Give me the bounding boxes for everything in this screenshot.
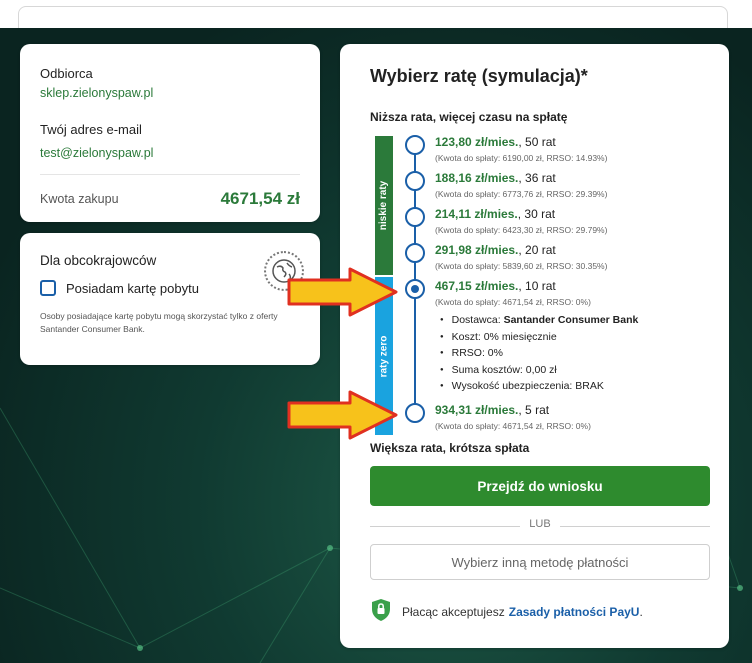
- offer-details: Dostawca: Santander Consumer Bank Koszt:…: [440, 314, 639, 397]
- provider-detail: Dostawca: Santander Consumer Bank: [440, 314, 639, 331]
- installment-summary[interactable]: 291,98 zł/mies., 20 rat: [435, 243, 556, 257]
- payu-terms-link[interactable]: Zasady płatności PayU: [509, 605, 640, 619]
- arrow-annotation-icon: [287, 390, 398, 440]
- terms-text: Płacąc akceptujesz: [402, 604, 505, 619]
- installment-amount: 123,80 zł/mies.: [435, 135, 519, 149]
- installment-amount: 188,16 zł/mies.: [435, 171, 519, 185]
- shield-lock-icon: [370, 598, 392, 625]
- installment-term: , 10 rat: [518, 279, 556, 293]
- low-rates-label: niskie raty: [378, 180, 390, 231]
- installment-detail: (Kwota do spłaty: 5839,60 zł, RRSO: 30.3…: [435, 261, 608, 271]
- installment-detail: (Kwota do spłaty: 6773,76 zł, RRSO: 29.3…: [435, 189, 608, 199]
- installment-card: Wybierz ratę (symulacja)* Niższa rata, w…: [340, 44, 729, 648]
- installment-term: , 36 rat: [518, 171, 556, 185]
- proceed-button[interactable]: Przejdź do wniosku: [370, 466, 710, 506]
- separator-line: [560, 526, 710, 527]
- residence-card-row[interactable]: Posiadam kartę pobytu: [40, 280, 300, 296]
- insurance-detail: Wysokość ubezpieczenia: BRAK: [440, 380, 638, 397]
- provider-label: Dostawca:: [451, 314, 504, 326]
- installment-term: , 5 rat: [518, 403, 550, 417]
- foreigners-note: Osoby posiadające kartę pobytu mogą skor…: [40, 311, 278, 334]
- installment-amount: 214,11 zł/mies.: [435, 207, 518, 221]
- residence-card-checkbox[interactable]: [40, 280, 56, 296]
- installment-amount: 467,15 zł/mies.: [435, 279, 519, 293]
- foreigners-card: Dla obcokrajowców Posiadam kartę pobytu …: [20, 233, 320, 365]
- installment-detail: (Kwota do spłaty: 6423,30 zł, RRSO: 29.7…: [435, 225, 608, 235]
- rrso-detail: RRSO: 0%: [440, 347, 638, 364]
- low-rates-band: niskie raty: [375, 136, 393, 275]
- installment-detail: (Kwota do spłaty: 4671,54 zł, RRSO: 0%): [435, 297, 591, 307]
- amount-label: Kwota zakupu: [40, 192, 119, 206]
- recipient-label: Odbiorca: [40, 66, 93, 81]
- zero-rates-label: raty zero: [378, 335, 390, 377]
- foreigners-title: Dla obcokrajowców: [40, 253, 157, 268]
- installment-amount: 291,98 zł/mies.: [435, 243, 519, 257]
- installment-summary[interactable]: 214,11 zł/mies., 30 rat: [435, 207, 555, 221]
- lower-rate-caption: Niższa rata, więcej czasu na spłatę: [370, 110, 568, 124]
- installment-title: Wybierz ratę (symulacja)*: [370, 66, 588, 86]
- or-separator: LUB: [370, 518, 710, 534]
- divider: [40, 174, 300, 175]
- installment-amount: 934,31 zł/mies.: [435, 403, 519, 417]
- higher-rate-caption: Większa rata, krótsza spłata: [370, 441, 530, 455]
- or-label: LUB: [529, 518, 551, 530]
- installment-detail: (Kwota do spłaty: 6190,00 zł, RRSO: 14.9…: [435, 153, 608, 163]
- installment-summary[interactable]: 188,16 zł/mies., 36 rat: [435, 171, 556, 185]
- terms-end: .: [639, 604, 643, 619]
- email-label: Twój adres e-mail: [40, 122, 142, 137]
- installment-summary[interactable]: 934,31 zł/mies., 5 rat: [435, 403, 549, 417]
- recipient-value: sklep.zielonyspaw.pl: [40, 86, 154, 100]
- other-payment-method-button[interactable]: Wybierz inną metodę płatności: [370, 544, 710, 580]
- installment-term: , 30 rat: [517, 207, 556, 221]
- residence-card-label[interactable]: Posiadam kartę pobytu: [66, 281, 199, 296]
- recipient-card: Odbiorca sklep.zielonyspaw.pl Twój adres…: [20, 44, 320, 222]
- installment-term: , 20 rat: [518, 243, 556, 257]
- installment-summary[interactable]: 467,15 zł/mies., 10 rat: [435, 279, 556, 293]
- installment-radio[interactable]: [405, 171, 425, 191]
- top-strip: [0, 0, 752, 36]
- total-cost-detail: Suma kosztów: 0,00 zł: [440, 364, 638, 381]
- amount-value: 4671,54 zł: [220, 189, 300, 208]
- installment-radio-selected[interactable]: [405, 279, 425, 299]
- amount-row: Kwota zakupu 4671,54 zł: [40, 189, 300, 209]
- installment-radio[interactable]: [405, 403, 425, 423]
- arrow-annotation-icon: [287, 267, 398, 317]
- installment-detail: (Kwota do spłaty: 4671,54 zł, RRSO: 0%): [435, 421, 591, 431]
- email-value: test@zielonyspaw.pl: [40, 146, 154, 160]
- cost-detail: Koszt: 0% miesięcznie: [440, 331, 638, 348]
- installment-summary[interactable]: 123,80 zł/mies., 50 rat: [435, 135, 556, 149]
- installment-radio[interactable]: [405, 207, 425, 227]
- payment-terms: Płacąc akceptujesz Zasady płatności PayU…: [370, 598, 643, 625]
- installment-term: , 50 rat: [518, 135, 556, 149]
- installment-radio[interactable]: [405, 135, 425, 155]
- provider-value: Santander Consumer Bank: [503, 314, 639, 326]
- installment-radio[interactable]: [405, 243, 425, 263]
